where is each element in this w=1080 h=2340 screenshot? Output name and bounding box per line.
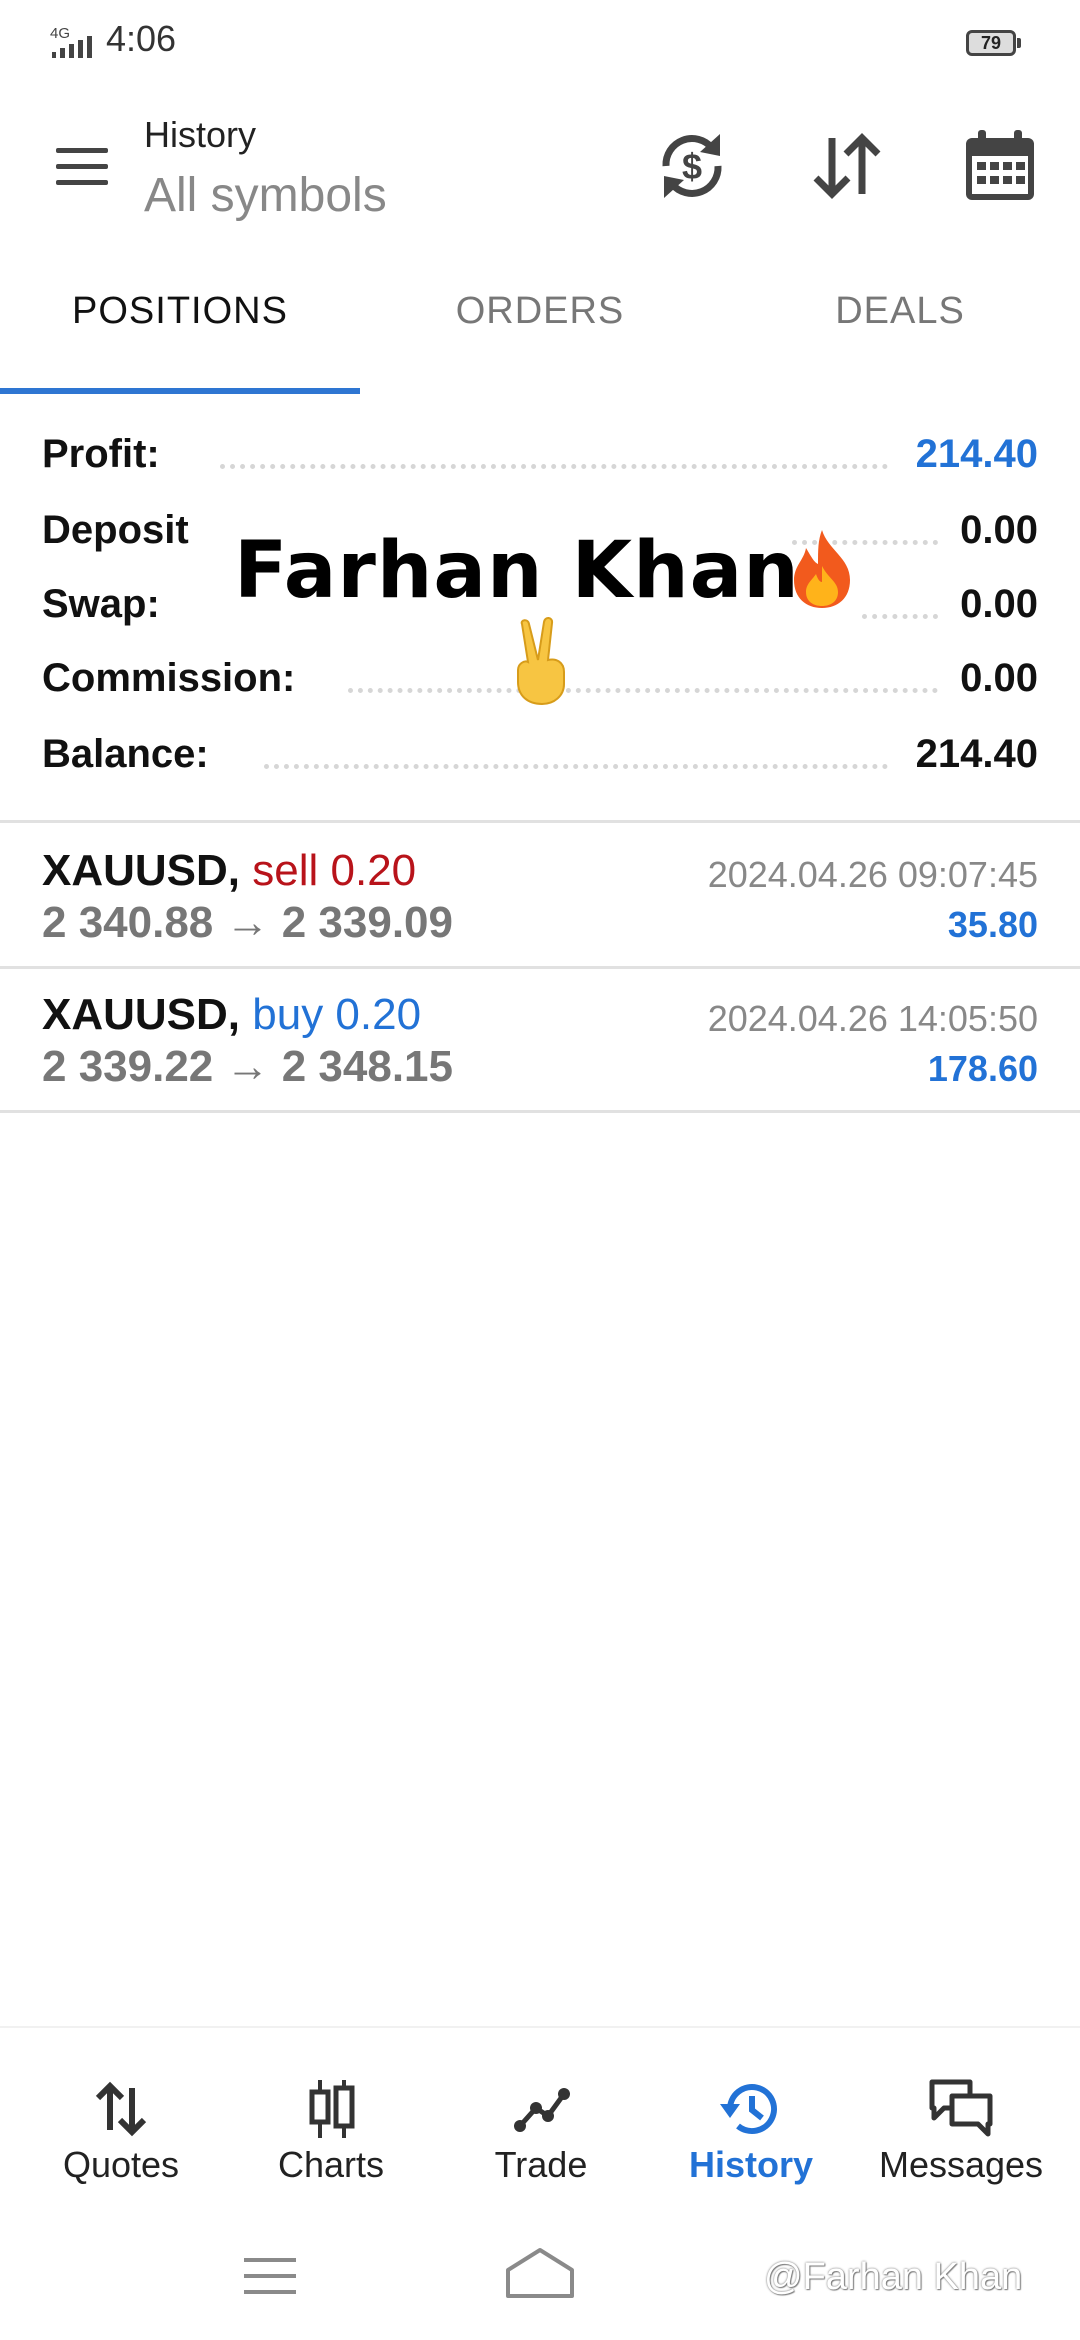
currency-exchange-button[interactable]: $ [650, 124, 734, 208]
position-row[interactable]: XAUUSD, sell 0.20 2 340.88 → 2 339.09 20… [42, 846, 1038, 986]
summary-balance-row: Balance: 214.40 [42, 732, 1038, 792]
symbol-text: XAUUSD, [42, 846, 241, 895]
credit-watermark: @Farhan Khan [764, 2256, 1023, 2298]
history-icon [720, 2084, 777, 2135]
menu-icon-bar [244, 2258, 296, 2262]
status-bar: 4G 4:06 79 [0, 0, 1080, 84]
charts-icon [309, 2080, 355, 2138]
nav-label: History [688, 2144, 814, 2185]
tab-deals[interactable]: DEALS [720, 290, 1080, 350]
home-icon[interactable] [504, 2246, 576, 2302]
position-prices: 2 339.22 → 2 348.15 [42, 1042, 453, 1091]
currency-exchange-icon: $ [662, 134, 722, 198]
symbol-filter[interactable]: All symbols [144, 168, 387, 223]
overlay-name-text: Farhan Khan [234, 526, 800, 616]
profit-label: Profit: [42, 432, 160, 476]
deposit-label: Deposit [42, 508, 189, 552]
deposit-value: 0.00 [960, 508, 1038, 552]
position-time: 2024.04.26 14:05:50 [707, 998, 1038, 1039]
victory-hand-icon [517, 617, 565, 706]
trade-icon [514, 2088, 570, 2132]
balance-label: Balance: [42, 732, 209, 776]
summary-profit-row: Profit: 214.40 [42, 432, 1038, 492]
svg-text:$: $ [682, 146, 702, 187]
nav-trade[interactable]: Trade [436, 2074, 646, 2194]
fire-icon [794, 530, 850, 608]
position-symbol: XAUUSD, sell 0.20 [42, 846, 416, 896]
menu-icon-bar [244, 2274, 296, 2278]
nav-quotes[interactable]: Quotes [16, 2074, 226, 2194]
active-tab-indicator [0, 388, 360, 394]
symbol-text: XAUUSD, [42, 990, 241, 1039]
position-side: buy 0.20 [252, 990, 422, 1039]
nav-label: Charts [277, 2144, 385, 2185]
page-title: History [144, 114, 257, 155]
position-row[interactable]: XAUUSD, buy 0.20 2 339.22 → 2 348.15 202… [42, 990, 1038, 1130]
clock: 4:06 [106, 18, 177, 59]
menu-button[interactable] [52, 142, 112, 192]
sort-icon [813, 133, 881, 199]
tab-orders[interactable]: ORDERS [360, 290, 720, 350]
position-profit: 178.60 [927, 1048, 1038, 1089]
divider [0, 1110, 1080, 1113]
nav-label: Quotes [62, 2144, 180, 2185]
calendar-icon [966, 130, 1034, 200]
signal-icon: 4G [50, 25, 92, 58]
commission-value: 0.00 [960, 656, 1038, 700]
menu-icon-bar [56, 148, 108, 153]
position-side: sell 0.20 [252, 846, 417, 895]
menu-icon-bar [56, 180, 108, 185]
system-menu-button[interactable] [244, 2256, 296, 2296]
balance-value: 214.40 [915, 732, 1038, 776]
dotted-leader [348, 688, 938, 693]
profit-value: 214.40 [915, 432, 1038, 476]
divider [0, 966, 1080, 969]
position-profit: 35.80 [947, 904, 1038, 945]
dotted-leader [264, 764, 888, 769]
dotted-leader [862, 614, 938, 619]
messages-icon [929, 2079, 993, 2137]
svg-text:4G: 4G [50, 25, 70, 42]
calendar-button[interactable] [958, 124, 1042, 208]
nav-label: Messages [878, 2144, 1044, 2185]
swap-label: Swap: [42, 582, 160, 626]
position-prices: 2 340.88 → 2 339.09 [42, 898, 453, 947]
sort-button[interactable] [804, 124, 888, 208]
position-symbol: XAUUSD, buy 0.20 [42, 990, 421, 1040]
dotted-leader [220, 464, 888, 469]
divider [0, 820, 1080, 823]
swap-value: 0.00 [960, 582, 1038, 626]
nav-history[interactable]: History [646, 2074, 856, 2194]
menu-icon-bar [244, 2290, 296, 2294]
menu-icon-bar [56, 164, 108, 169]
tab-positions[interactable]: POSITIONS [0, 290, 360, 350]
nav-messages[interactable]: Messages [856, 2074, 1066, 2194]
battery-icon: 79 [966, 30, 1021, 56]
nav-label: Trade [494, 2144, 588, 2185]
quotes-icon [95, 2081, 147, 2137]
nav-charts[interactable]: Charts [226, 2074, 436, 2194]
position-time: 2024.04.26 09:07:45 [707, 854, 1038, 895]
commission-label: Commission: [42, 656, 296, 700]
